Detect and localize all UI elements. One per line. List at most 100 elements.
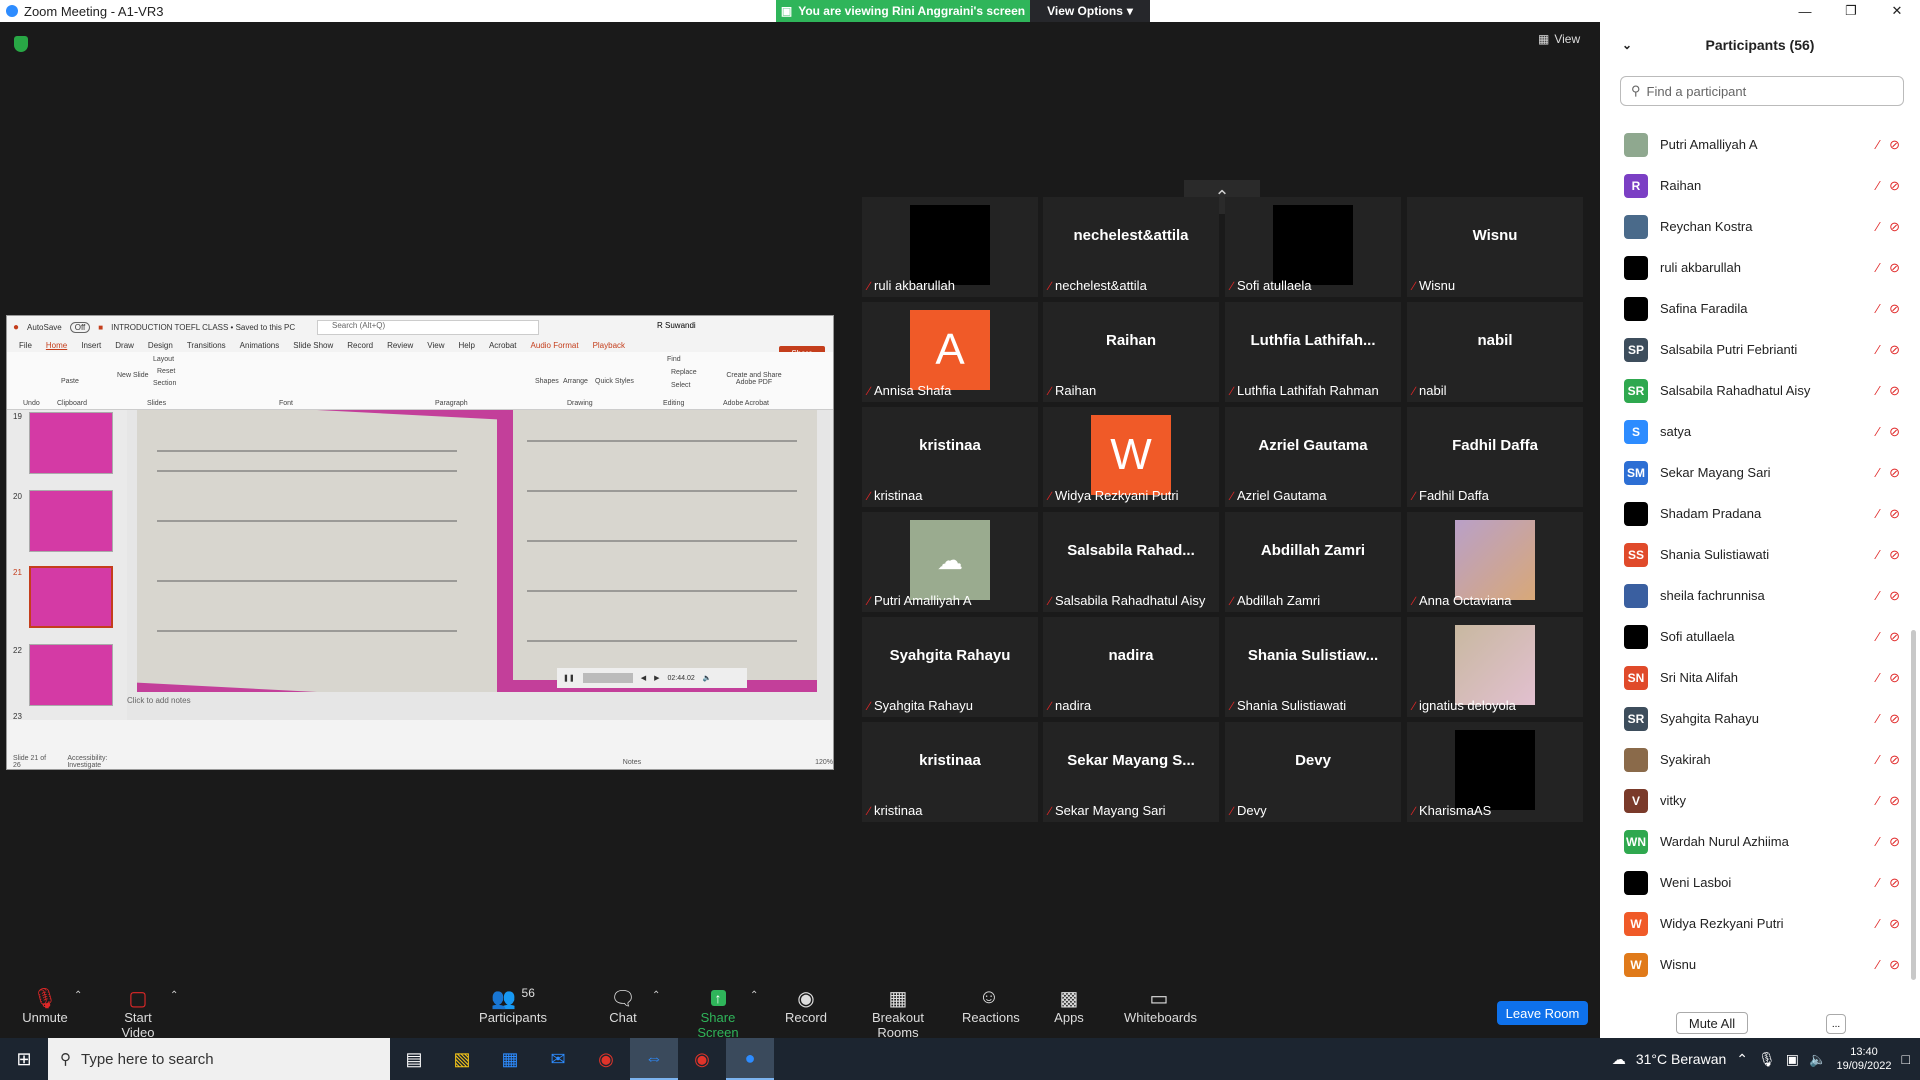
mic-muted-icon[interactable]: ∕ xyxy=(1877,834,1879,850)
minimize-button[interactable]: — xyxy=(1782,0,1828,22)
clock[interactable]: 13:40 19/09/2022 xyxy=(1836,1045,1891,1073)
video-tile[interactable]: nabil ∕ nabil xyxy=(1407,302,1583,402)
video-tile[interactable]: Syahgita Rahayu ∕ Syahgita Rahayu xyxy=(862,617,1038,717)
video-off-icon[interactable]: ⊘ xyxy=(1889,916,1900,932)
ppt-menu-item[interactable]: Audio Format xyxy=(531,341,579,350)
ppt-menu-item[interactable]: Transitions xyxy=(187,341,226,350)
ppt-menu-item[interactable]: Help xyxy=(459,341,475,350)
ppt-menu-item[interactable]: Record xyxy=(347,341,373,350)
quick-styles-button[interactable]: Quick Styles xyxy=(595,378,634,385)
shared-screen[interactable]: ● AutoSave Off ■ INTRODUCTION TOEFL CLAS… xyxy=(6,315,834,770)
slide-thumbnail[interactable] xyxy=(29,644,113,706)
participant-row[interactable]: Safina Faradila ∕ ⊘ xyxy=(1600,288,1906,329)
notifications-icon[interactable]: □ xyxy=(1902,1051,1910,1067)
new-slide-button[interactable]: New Slide xyxy=(117,372,149,379)
video-tile[interactable]: ∕ Sofi atullaela xyxy=(1225,197,1401,297)
ppt-menu-item[interactable]: Animations xyxy=(240,341,280,350)
audio-player-bar[interactable]: ❚❚ ◀ ▶ 02:44.02 🔈 xyxy=(557,668,747,688)
mic-muted-icon[interactable]: ∕ xyxy=(1877,260,1879,276)
mic-muted-icon[interactable]: ∕ xyxy=(1877,301,1879,317)
mail-icon[interactable]: ✉ xyxy=(534,1038,582,1080)
video-off-icon[interactable]: ⊘ xyxy=(1889,957,1900,973)
video-off-icon[interactable]: ⊘ xyxy=(1889,301,1900,317)
task-view-icon[interactable]: ▤ xyxy=(390,1038,438,1080)
notes-field[interactable]: Click to add notes xyxy=(127,696,191,705)
mic-muted-icon[interactable]: ∕ xyxy=(1877,137,1879,153)
mic-muted-icon[interactable]: ∕ xyxy=(1877,752,1879,768)
video-off-icon[interactable]: ⊘ xyxy=(1889,465,1900,481)
mic-muted-icon[interactable]: ∕ xyxy=(1877,629,1879,645)
teamviewer-icon[interactable]: ⇔ xyxy=(630,1038,678,1080)
autosave-toggle[interactable]: Off xyxy=(69,321,91,333)
mute-all-button[interactable]: Mute All xyxy=(1676,1012,1748,1034)
video-tile[interactable]: Raihan ∕ Raihan xyxy=(1043,302,1219,402)
video-off-icon[interactable]: ⊘ xyxy=(1889,834,1900,850)
audio-options-caret[interactable]: ⌃ xyxy=(74,990,82,1001)
microphone-icon[interactable]: 🎙 xyxy=(1758,1051,1776,1068)
replace-button[interactable]: Replace xyxy=(671,369,697,376)
video-tile[interactable]: kristinaa ∕ kristinaa xyxy=(862,722,1038,822)
participant-row[interactable]: SN Sri Nita Alifah ∕ ⊘ xyxy=(1600,657,1906,698)
mic-muted-icon[interactable]: ∕ xyxy=(1877,383,1879,399)
reset-button[interactable]: Reset xyxy=(157,368,175,375)
speaker-icon[interactable]: 🔈 xyxy=(1809,1051,1826,1068)
ppt-menu-item[interactable]: Acrobat xyxy=(489,341,517,350)
participant-row[interactable]: Shadam Pradana ∕ ⊘ xyxy=(1600,493,1906,534)
video-tile[interactable]: ∕ Anna Octaviana xyxy=(1407,512,1583,612)
participants-button[interactable]: 👥 56 Participants xyxy=(478,986,548,1025)
video-tile[interactable]: Wisnu ∕ Wisnu xyxy=(1407,197,1583,297)
ppt-menu-item[interactable]: File xyxy=(19,341,32,350)
mic-muted-icon[interactable]: ∕ xyxy=(1877,342,1879,358)
volume-icon[interactable]: 🔈 xyxy=(703,674,712,682)
mic-muted-icon[interactable]: ∕ xyxy=(1877,219,1879,235)
video-off-icon[interactable]: ⊘ xyxy=(1889,670,1900,686)
video-tile[interactable]: ∕ ignatius deloyola xyxy=(1407,617,1583,717)
video-off-icon[interactable]: ⊘ xyxy=(1889,588,1900,604)
video-off-icon[interactable]: ⊘ xyxy=(1889,875,1900,891)
collapse-chevron-icon[interactable]: ⌄ xyxy=(1622,38,1632,52)
participant-row[interactable]: Sofi atullaela ∕ ⊘ xyxy=(1600,616,1906,657)
slide-thumbnail[interactable] xyxy=(29,490,113,552)
chrome-profile-icon[interactable]: ◉ xyxy=(678,1038,726,1080)
participant-row[interactable]: Putri Amalliyah A ∕ ⊘ xyxy=(1600,124,1906,165)
video-tile[interactable]: ☁ ∕ Putri Amalliyah A xyxy=(862,512,1038,612)
video-off-icon[interactable]: ⊘ xyxy=(1889,178,1900,194)
video-off-icon[interactable]: ⊘ xyxy=(1889,752,1900,768)
panel-scrollbar[interactable] xyxy=(1911,630,1916,980)
video-off-icon[interactable]: ⊘ xyxy=(1889,629,1900,645)
ppt-menu-item[interactable]: Slide Show xyxy=(293,341,333,350)
rewind-icon[interactable]: ◀ xyxy=(641,674,646,682)
view-options-button[interactable]: View Options ▾ xyxy=(1030,0,1150,22)
video-tile[interactable]: kristinaa ∕ kristinaa xyxy=(862,407,1038,507)
video-tile[interactable]: nadira ∕ nadira xyxy=(1043,617,1219,717)
audio-progress[interactable] xyxy=(582,673,633,683)
participant-row[interactable]: WN Wardah Nurul Azhiima ∕ ⊘ xyxy=(1600,821,1906,862)
reactions-button[interactable]: ☺ Reactions xyxy=(962,986,1020,1025)
close-button[interactable]: ✕ xyxy=(1874,0,1920,22)
video-off-icon[interactable]: ⊘ xyxy=(1889,711,1900,727)
participant-row[interactable]: Reychan Kostra ∕ ⊘ xyxy=(1600,206,1906,247)
participant-row[interactable]: SP Salsabila Putri Febrianti ∕ ⊘ xyxy=(1600,329,1906,370)
create-pdf-button[interactable]: Create and Share Adobe PDF xyxy=(719,372,789,386)
network-icon[interactable]: ▣ xyxy=(1786,1051,1799,1068)
slide-canvas[interactable]: ❚❚ ◀ ▶ 02:44.02 🔈 xyxy=(137,410,817,692)
whiteboards-button[interactable]: ▭ Whiteboards xyxy=(1124,986,1197,1025)
video-off-icon[interactable]: ⊘ xyxy=(1889,547,1900,563)
video-off-icon[interactable]: ⊘ xyxy=(1889,260,1900,276)
tray-chevron-icon[interactable]: ⌃ xyxy=(1736,1051,1748,1068)
video-off-icon[interactable]: ⊘ xyxy=(1889,219,1900,235)
restore-button[interactable]: ❐ xyxy=(1828,0,1874,22)
participant-row[interactable]: Weni Lasboi ∕ ⊘ xyxy=(1600,862,1906,903)
video-tile[interactable]: Luthfia Lathifah... ∕ Luthfia Lathifah Rah… xyxy=(1225,302,1401,402)
video-tile[interactable]: Sekar Mayang S... ∕ Sekar Mayang Sari xyxy=(1043,722,1219,822)
participant-row[interactable]: SR Salsabila Rahadhatul Aisy ∕ ⊘ xyxy=(1600,370,1906,411)
mic-muted-icon[interactable]: ∕ xyxy=(1877,670,1879,686)
ppt-menu-item[interactable]: Draw xyxy=(115,341,134,350)
view-layout-button[interactable]: ▦ View xyxy=(1538,32,1580,46)
start-video-button[interactable]: ▢ Start Video xyxy=(106,986,170,1040)
find-button[interactable]: Find xyxy=(667,356,681,363)
share-options-caret[interactable]: ⌃ xyxy=(750,990,758,1001)
video-tile[interactable]: nechelest&attila ∕ nechelest&attila xyxy=(1043,197,1219,297)
chat-options-caret[interactable]: ⌃ xyxy=(652,990,660,1001)
video-off-icon[interactable]: ⊘ xyxy=(1889,424,1900,440)
